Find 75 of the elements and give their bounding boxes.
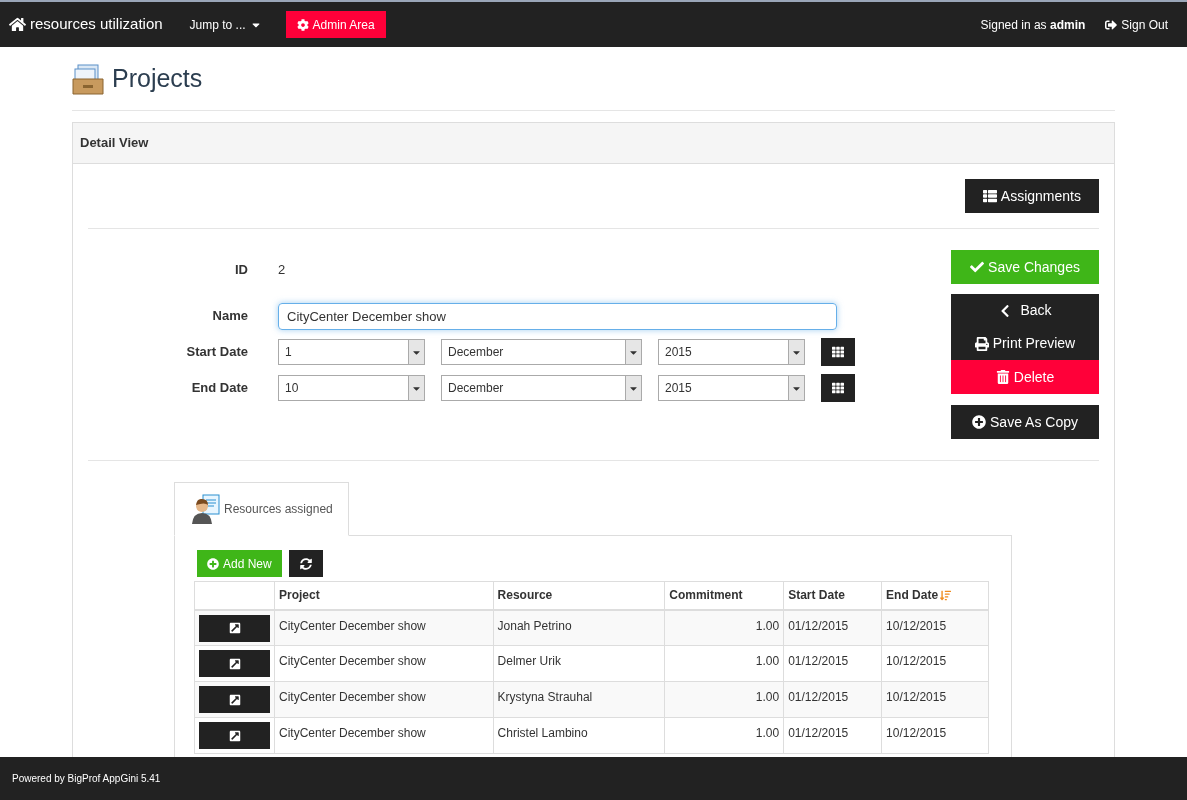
- open-record-button[interactable]: [199, 686, 270, 713]
- table-cell: 10/12/2015: [881, 645, 989, 682]
- column-header[interactable]: End Date: [881, 581, 989, 610]
- grid-icon: [832, 346, 844, 358]
- column-header[interactable]: Start Date: [783, 581, 882, 610]
- table-cell: 01/12/2015: [783, 717, 882, 754]
- open-record-button[interactable]: [199, 722, 270, 749]
- assignments-button[interactable]: Assignments: [964, 179, 1099, 213]
- day-select[interactable]: 1: [278, 339, 425, 365]
- back-button[interactable]: Back: [951, 294, 1099, 327]
- footer-text: Powered by BigProf AppGini 5.41: [12, 772, 161, 786]
- print-preview-button[interactable]: Print Preview: [951, 327, 1099, 360]
- brand-link[interactable]: resources utilization: [9, 13, 163, 36]
- external-link-icon: [228, 729, 241, 742]
- save-as-copy-button[interactable]: Save As Copy: [951, 405, 1099, 439]
- page-title: Projects: [112, 62, 203, 94]
- calendar-button[interactable]: [821, 374, 855, 402]
- table-cell: CityCenter December show: [274, 717, 494, 754]
- table-cell: 1.00: [664, 609, 784, 646]
- table-cell: Krystyna Strauhal: [493, 681, 665, 718]
- field-label: Name: [211, 307, 249, 326]
- gear-icon: [296, 18, 309, 31]
- sort-icon: [940, 589, 952, 601]
- refresh-icon: [299, 557, 312, 570]
- sign-out-icon: [1105, 18, 1118, 31]
- table-cell: 01/12/2015: [783, 681, 882, 718]
- signed-in-text: Signed in as admin: [980, 16, 1086, 34]
- sign-out-link[interactable]: Sign Out: [1105, 15, 1168, 34]
- delete-button[interactable]: Delete: [951, 360, 1099, 394]
- table-cell: Delmer Urik: [493, 645, 665, 682]
- open-record-button[interactable]: [199, 650, 270, 677]
- list-icon: [982, 189, 997, 203]
- external-link-icon: [228, 622, 241, 634]
- month-select[interactable]: December: [441, 339, 642, 365]
- year-select[interactable]: 2015: [658, 339, 805, 365]
- column-header[interactable]: Project: [274, 581, 494, 610]
- jump-menu[interactable]: Jump to ...: [189, 15, 262, 34]
- table-cell: CityCenter December show: [274, 681, 494, 718]
- table-cell: CityCenter December show: [274, 609, 494, 646]
- check-icon: [970, 260, 985, 274]
- year-select[interactable]: 2015: [658, 375, 805, 401]
- printer-icon: [974, 336, 989, 351]
- table-cell: 1.00: [664, 645, 784, 682]
- field-label: ID: [234, 261, 249, 280]
- admin-area-button[interactable]: Admin Area: [285, 11, 386, 38]
- open-record-button[interactable]: [199, 614, 270, 642]
- external-link-icon: [228, 693, 241, 706]
- name-input[interactable]: CityCenter December show: [278, 302, 837, 330]
- table-cell: CityCenter December show: [274, 645, 494, 682]
- table-cell: 1.00: [664, 681, 784, 718]
- table-cell: 01/12/2015: [783, 609, 882, 646]
- column-header[interactable]: Resource: [493, 581, 665, 610]
- external-link-icon: [228, 657, 241, 670]
- refresh-button[interactable]: [288, 550, 323, 577]
- table-cell: 10/12/2015: [881, 609, 989, 646]
- field-label: End Date: [190, 379, 249, 398]
- trash-icon: [995, 370, 1010, 384]
- month-select[interactable]: December: [441, 375, 642, 401]
- table-cell: 10/12/2015: [881, 717, 989, 754]
- table-cell: 01/12/2015: [783, 645, 882, 682]
- field-value: 2: [278, 261, 286, 280]
- tray-icon: [72, 62, 104, 95]
- table-cell: Jonah Petrino: [493, 609, 665, 646]
- field-label: Start Date: [185, 343, 249, 362]
- panel-header: Detail View: [73, 123, 1114, 164]
- grid-icon: [832, 382, 844, 394]
- day-select[interactable]: 10: [278, 375, 425, 401]
- table-cell: Christel Lambino: [493, 717, 665, 754]
- table-cell: 10/12/2015: [881, 681, 989, 718]
- column-header[interactable]: Commitment: [664, 581, 784, 610]
- home-icon: [9, 16, 26, 33]
- table-cell: 1.00: [664, 717, 784, 754]
- person-card-icon: [190, 493, 222, 525]
- calendar-button[interactable]: [821, 338, 855, 366]
- tab[interactable]: Resources assigned: [174, 482, 349, 536]
